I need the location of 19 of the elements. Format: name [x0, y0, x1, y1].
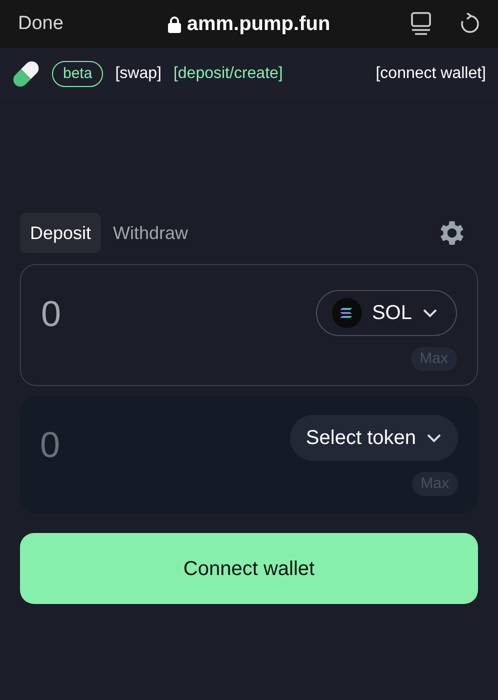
nav-link[interactable]: [deposit/create] — [173, 62, 283, 86]
done-button[interactable]: Done — [18, 10, 108, 38]
tab[interactable]: Withdraw — [103, 213, 198, 253]
chevron-down-icon — [422, 308, 438, 318]
reload-icon[interactable] — [460, 13, 480, 35]
url-text: amm.pump.fun — [186, 12, 330, 37]
amount-field[interactable]: 0 — [41, 287, 191, 341]
token-selector[interactable]: SOL — [316, 290, 457, 336]
beta-badge: beta — [52, 61, 104, 87]
connect-wallet-link[interactable]: [connect wallet] — [376, 62, 486, 86]
lock-icon — [168, 16, 181, 32]
token-selector[interactable]: Select token — [290, 415, 458, 461]
reader-icon[interactable] — [410, 12, 432, 36]
chevron-down-icon — [426, 433, 442, 443]
connect-wallet-button[interactable]: Connect wallet — [20, 533, 478, 604]
nav-link[interactable]: [swap] — [115, 62, 162, 86]
amount-field[interactable]: 0 — [40, 418, 190, 472]
tab[interactable]: Deposit — [20, 213, 102, 253]
token-logo-icon — [332, 298, 362, 328]
